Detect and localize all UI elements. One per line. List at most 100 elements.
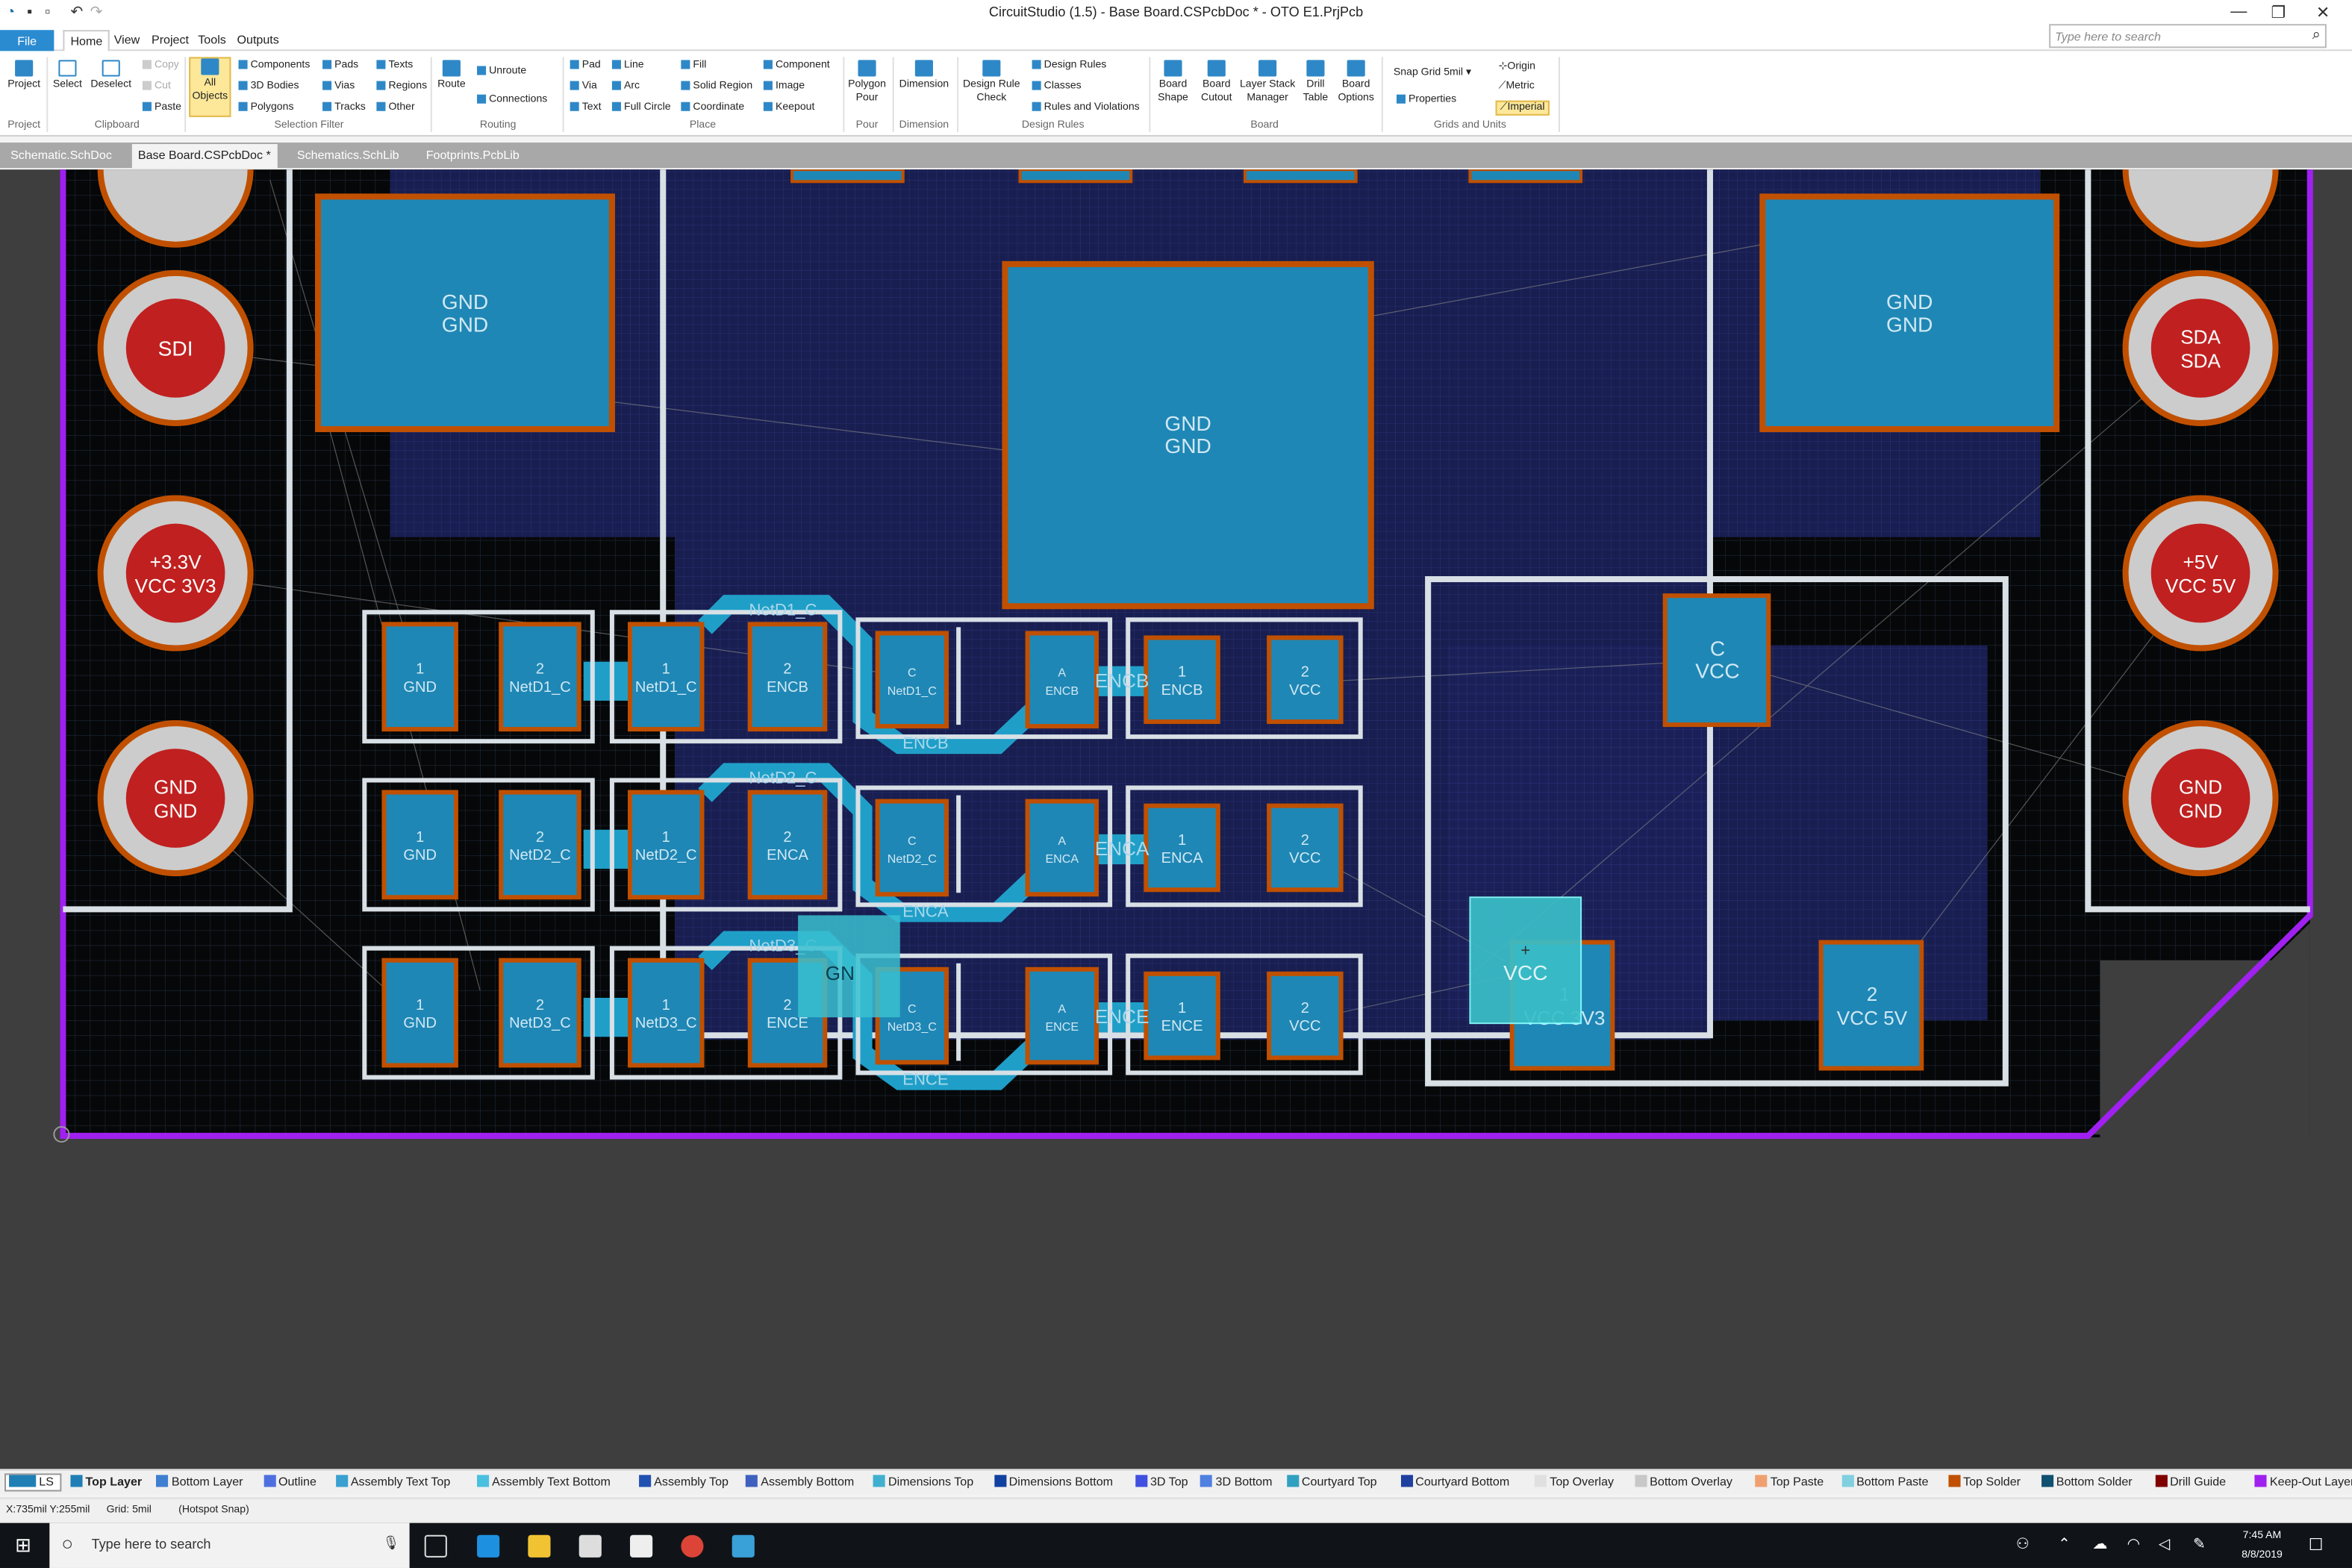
smd-pad[interactable]: 1GND	[381, 622, 458, 732]
place-via[interactable]: Via	[570, 81, 597, 92]
mail-icon[interactable]	[630, 1534, 653, 1558]
all-objects-button[interactable]: All Objects	[189, 57, 231, 117]
3d-bodies-filter[interactable]: 3D Bodies	[238, 81, 299, 92]
design-rule-check-button[interactable]: Design Rule Check	[960, 60, 1023, 104]
restore-icon[interactable]: ❐	[2271, 3, 2286, 22]
clock-time[interactable]: 7:45 AM	[2233, 1531, 2290, 1541]
mounting-hole-3v3[interactable]: +3.3V VCC 3V3	[97, 495, 254, 652]
big-pad-left[interactable]: GND GND	[315, 193, 615, 433]
store-icon[interactable]	[578, 1534, 602, 1558]
tracks-filter[interactable]: Tracks	[322, 101, 366, 113]
menu-tools[interactable]: Tools	[198, 33, 226, 46]
pads-filter[interactable]: Pads	[322, 60, 358, 70]
chrome-icon[interactable]	[681, 1534, 704, 1558]
tab-footprints-pcblib[interactable]: Footprints.PcbLib	[420, 144, 525, 168]
taskbar-search[interactable]: ○ Type here to search 🎙	[49, 1522, 410, 1568]
layer-tab[interactable]: Outline	[263, 1475, 316, 1488]
polygon-pour-button[interactable]: Polygon Pour	[846, 60, 888, 104]
mounting-hole-sda[interactable]: SDA SDA	[2122, 269, 2279, 426]
place-fill[interactable]: Fill	[681, 60, 706, 70]
circuitstudio-icon[interactable]	[732, 1534, 755, 1558]
layer-tab[interactable]: Courtyard Bottom	[1400, 1475, 1509, 1488]
pad-plus-vcc[interactable]: + VCC	[1469, 896, 1582, 1025]
layer-tab[interactable]: Assembly Text Top	[335, 1475, 450, 1488]
board-shape-button[interactable]: Board Shape	[1152, 60, 1194, 104]
layer-tab[interactable]: Bottom Layer	[156, 1475, 243, 1488]
tab-base-board[interactable]: Base Board.CSPcbDoc *	[131, 144, 277, 169]
menu-project[interactable]: Project	[152, 33, 189, 46]
texts-filter[interactable]: Texts	[376, 60, 413, 70]
design-rules-button[interactable]: Design Rules	[1032, 60, 1106, 70]
big-pad-center[interactable]: GND GND	[1002, 260, 1374, 610]
cut-button[interactable]: Cut	[142, 81, 171, 92]
mounting-hole-gnd-right[interactable]: GND GND	[2122, 720, 2279, 877]
search-icon[interactable]: ⌕	[2312, 27, 2321, 43]
smd-pad[interactable]: 2NetD1_C	[499, 622, 581, 732]
layer-tab[interactable]: Keep-Out Layer	[2254, 1475, 2352, 1488]
place-line[interactable]: Line	[611, 60, 644, 70]
project-button[interactable]: Project	[6, 60, 42, 91]
layer-tab[interactable]: Top Layer	[70, 1475, 142, 1488]
board-cutout-button[interactable]: Board Cutout	[1196, 60, 1238, 104]
paste-button[interactable]: Paste	[142, 101, 181, 113]
unroute-button[interactable]: Unroute	[477, 66, 526, 77]
smd-pad[interactable]: 1GND	[381, 790, 458, 900]
smd-pad[interactable]: 2 VCC	[1267, 971, 1344, 1061]
smd-pad[interactable]: 1GND	[381, 958, 458, 1068]
place-component[interactable]: Component	[763, 60, 830, 70]
pcb-canvas[interactable]: GND GND GND GND GND GND SDI +3.3V VCC 3V…	[0, 91, 2352, 1469]
tab-schematics-schlib[interactable]: Schematics.SchLib	[291, 144, 405, 168]
place-pad[interactable]: Pad	[570, 60, 601, 70]
layer-stack-manager-button[interactable]: Layer Stack Manager	[1239, 60, 1296, 104]
task-view-icon[interactable]	[424, 1534, 447, 1558]
layer-set-selector[interactable]: LS	[4, 1473, 62, 1492]
vias-filter[interactable]: Vias	[322, 81, 355, 92]
place-text[interactable]: Text	[570, 101, 602, 113]
smd-pad[interactable]: A ENCA	[1025, 799, 1099, 897]
layer-tab[interactable]: Top Overlay	[1535, 1475, 1614, 1488]
people-icon[interactable]: ⚇	[2016, 1537, 2030, 1553]
layer-tab[interactable]: Bottom Overlay	[1635, 1475, 1732, 1488]
chevron-up-icon[interactable]: ⌃	[2058, 1537, 2071, 1553]
menu-outputs[interactable]: Outputs	[237, 33, 279, 46]
layer-tab[interactable]: Top Solder	[1948, 1475, 2021, 1488]
place-image[interactable]: Image	[763, 81, 805, 92]
microphone-icon[interactable]: 🎙	[382, 1535, 399, 1552]
board-options-button[interactable]: Board Options	[1335, 60, 1377, 104]
layer-tab[interactable]: Bottom Solder	[2041, 1475, 2133, 1488]
layer-tab[interactable]: Assembly Bottom	[746, 1475, 854, 1488]
snap-grid-dropdown[interactable]: Snap Grid 5mil ▾	[1394, 66, 1471, 78]
polygons-filter[interactable]: Polygons	[238, 101, 293, 113]
layer-tab[interactable]: Top Paste	[1755, 1475, 1824, 1488]
smd-pad[interactable]: 1NetD1_C	[628, 622, 705, 732]
rules-violations-button[interactable]: Rules and Violations	[1032, 101, 1140, 113]
dimension-button[interactable]: Dimension	[896, 60, 952, 91]
regions-filter[interactable]: Regions	[376, 81, 427, 92]
layer-tab[interactable]: Assembly Top	[639, 1475, 729, 1488]
place-coordinate[interactable]: Coordinate	[681, 101, 744, 113]
windows-start-icon[interactable]: ⊞	[15, 1534, 31, 1558]
deselect-button[interactable]: Deselect	[89, 60, 134, 91]
route-button[interactable]: Route	[435, 60, 468, 91]
place-full-circle[interactable]: Full Circle	[611, 101, 671, 113]
smd-pad[interactable]: 1ENCB	[1144, 635, 1220, 725]
mounting-hole-sdi[interactable]: SDI	[97, 269, 254, 426]
search-input[interactable]: Type here to search ⌕	[2049, 24, 2327, 49]
layer-tab[interactable]: 3D Top	[1135, 1475, 1188, 1488]
big-pad-right[interactable]: GND GND	[1759, 193, 2060, 433]
metric-button[interactable]: ⟋Metric	[1499, 81, 1535, 93]
smd-pad[interactable]: 1 NetD3_C	[628, 958, 705, 1068]
components-filter[interactable]: Components	[238, 60, 310, 70]
layer-tab[interactable]: Dimensions Bottom	[993, 1475, 1113, 1488]
mounting-hole-gnd-left[interactable]: GND GND	[97, 720, 254, 877]
smd-pad[interactable]: 1NetD2_C	[628, 790, 705, 900]
layer-tab[interactable]: Drill Guide	[2154, 1475, 2226, 1488]
edge-icon[interactable]	[477, 1534, 500, 1558]
layer-tab[interactable]: Dimensions Top	[873, 1475, 973, 1488]
file-explorer-icon[interactable]	[528, 1534, 551, 1558]
place-keepout[interactable]: Keepout	[763, 101, 814, 113]
notification-icon[interactable]: ☐	[2309, 1535, 2324, 1555]
place-solid-region[interactable]: Solid Region	[681, 81, 752, 92]
copy-button[interactable]: Copy	[142, 60, 179, 70]
smd-pad[interactable]: A ENCE	[1025, 966, 1099, 1065]
